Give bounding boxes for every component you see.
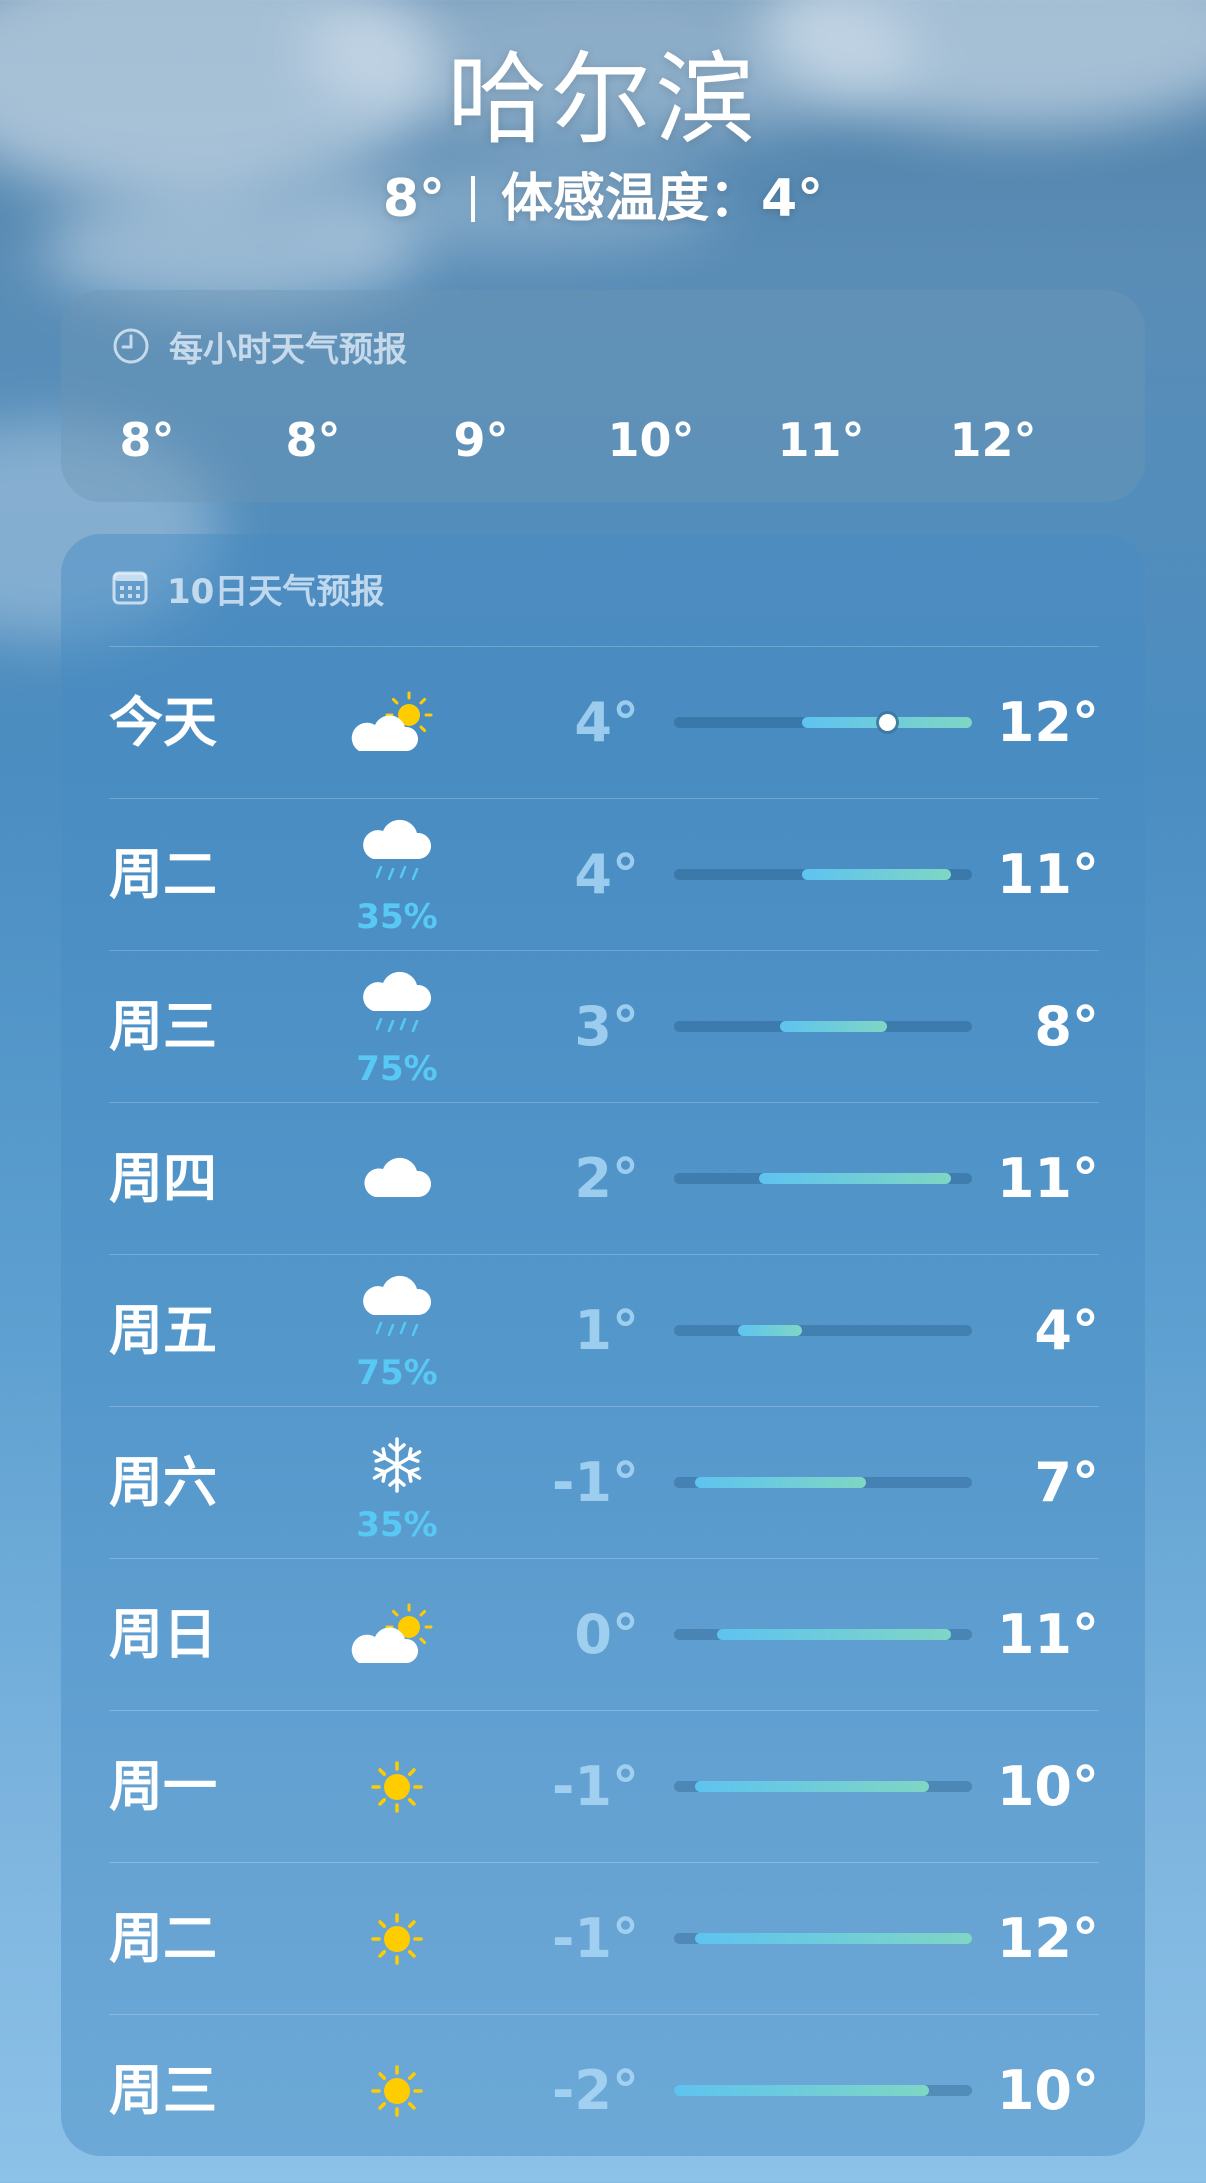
city-name: 哈尔滨 (447, 41, 759, 158)
hourly-temps[interactable]: 8° 8° 9° 10° 11° 12° 1 (61, 410, 1145, 470)
precip-chance: 75% (356, 1353, 438, 1393)
day-label: 今天 (109, 691, 217, 754)
high-temp: 7° (1034, 1451, 1099, 1514)
forecast-row[interactable]: 周四 2° 11° (109, 1102, 1099, 1254)
forecast-row[interactable]: 今天 4° 12° (109, 646, 1099, 798)
high-temp: 11° (996, 1147, 1099, 1210)
low-temp: 0° (574, 1603, 639, 1666)
snow-icon: 35% (337, 1407, 457, 1558)
temp-range-fill (737, 1325, 802, 1336)
forecast-row[interactable]: 周一 -1° 10° (109, 1710, 1099, 1862)
calendar-icon (112, 571, 148, 605)
day-label: 周二 (109, 843, 217, 906)
forecast-row[interactable]: 周三 75% 3° 8° (109, 950, 1099, 1102)
precip-chance: 35% (356, 897, 438, 937)
day-label: 周日 (109, 1603, 217, 1666)
temp-range-bar (674, 869, 972, 880)
low-temp: 4° (574, 843, 639, 906)
hourly-temp: 8° (119, 413, 175, 467)
temp-range-fill (695, 1933, 972, 1944)
low-temp: -2° (552, 2059, 639, 2122)
hourly-temp: 1 (1101, 410, 1146, 470)
low-temp: 2° (574, 1147, 639, 1210)
high-temp: 10° (996, 1755, 1099, 1818)
forecast-row[interactable]: 周二 -1° 12° (109, 1862, 1099, 2014)
temp-range-bar (674, 1933, 972, 1944)
precip-chance: 75% (356, 1049, 438, 1089)
low-temp: 4° (574, 691, 639, 754)
temp-range-fill (759, 1173, 951, 1184)
day-label: 周五 (109, 1299, 217, 1362)
day-label: 周三 (109, 995, 217, 1058)
partly-cloudy-icon (337, 647, 457, 798)
hourly-temp: 10° (607, 413, 695, 467)
forecast-row[interactable]: 周六 35% -1° 7° (109, 1406, 1099, 1558)
low-temp: -1° (552, 1907, 639, 1970)
temp-range-bar (674, 2085, 972, 2096)
forecast-row[interactable]: 周日 0° 11° (109, 1558, 1099, 1710)
low-temp: -1° (552, 1451, 639, 1514)
hourly-forecast-card[interactable]: 每小时天气预报 8° 8° 9° 10° 11° 12° 1 (61, 290, 1145, 502)
sun-icon (337, 1711, 457, 1862)
day-label: 周一 (109, 1755, 217, 1818)
forecast-row[interactable]: 周五 75% 1° 4° (109, 1254, 1099, 1406)
temp-range-fill (674, 2085, 930, 2096)
day-label: 周三 (109, 2059, 217, 2122)
precip-chance: 35% (356, 1505, 438, 1545)
ten-day-forecast-header: 10日天气预报 (111, 568, 384, 612)
ten-day-forecast-title: 10日天气预报 (167, 571, 385, 612)
feels-like: 体感温度：4° (501, 169, 824, 229)
temp-range-bar (674, 1021, 972, 1032)
temp-range-fill (801, 869, 951, 880)
clock-icon (113, 328, 149, 364)
high-temp: 12° (996, 691, 1099, 754)
low-temp: -1° (552, 1755, 639, 1818)
hourly-forecast-header: 每小时天气预报 (111, 326, 407, 370)
temp-range-fill (780, 1021, 887, 1032)
hourly-temp: 11° (777, 413, 865, 467)
partly-cloudy-icon (337, 1559, 457, 1710)
cloud-icon (337, 1103, 457, 1254)
rain-icon: 75% (337, 1255, 457, 1406)
forecast-row[interactable]: 周三 -2° 10° (109, 2014, 1099, 2156)
high-temp: 11° (996, 1603, 1099, 1666)
hourly-temp: 8° (285, 413, 341, 467)
ten-day-forecast-card[interactable]: 10日天气预报 今天 4° 12° 周二 35% 4° 11° 周三 75% 3… (61, 534, 1145, 2156)
temp-range-bar (674, 1477, 972, 1488)
temp-range-bar (674, 714, 972, 731)
low-temp: 3° (574, 995, 639, 1058)
temp-range-fill (695, 1477, 866, 1488)
current-temp-dot (878, 714, 896, 731)
forecast-row[interactable]: 周二 35% 4° 11° (109, 798, 1099, 950)
low-temp: 1° (574, 1299, 639, 1362)
current-temp: 8° (382, 169, 445, 229)
sun-icon (337, 1863, 457, 2014)
day-label: 周四 (109, 1147, 217, 1210)
sun-icon (337, 2015, 457, 2156)
temp-range-fill (695, 1781, 930, 1792)
day-label: 周二 (109, 1907, 217, 1970)
high-temp: 10° (996, 2059, 1099, 2122)
rain-icon: 75% (337, 951, 457, 1102)
current-conditions: 8° 体感温度：4° (0, 164, 1206, 234)
hourly-temp: 12° (949, 413, 1037, 467)
high-temp: 8° (1034, 995, 1099, 1058)
temp-range-fill (716, 1629, 951, 1640)
temp-range-bar (674, 1629, 972, 1640)
high-temp: 11° (996, 843, 1099, 906)
forecast-rows: 今天 4° 12° 周二 35% 4° 11° 周三 75% 3° 8° 周四 … (109, 646, 1099, 2156)
high-temp: 12° (996, 1907, 1099, 1970)
hourly-temp: 9° (453, 413, 509, 467)
day-label: 周六 (109, 1451, 217, 1514)
temp-range-bar (674, 1325, 972, 1336)
temp-range-bar (674, 1173, 972, 1184)
separator (471, 176, 475, 222)
hourly-forecast-title: 每小时天气预报 (169, 329, 407, 370)
rain-icon: 35% (337, 799, 457, 950)
temp-range-bar (674, 1781, 972, 1792)
location-header: 哈尔滨 8° 体感温度：4° (0, 40, 1206, 234)
high-temp: 4° (1034, 1299, 1099, 1362)
